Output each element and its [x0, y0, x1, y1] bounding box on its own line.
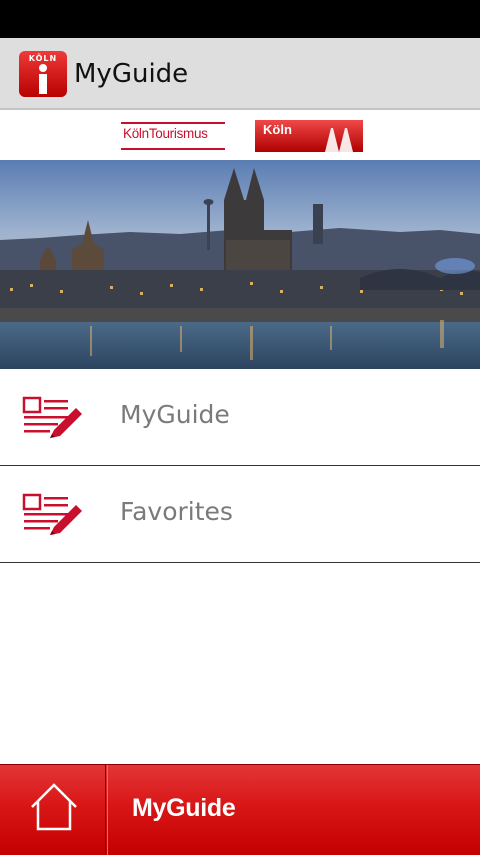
- cologne-skyline-photo: [0, 160, 480, 369]
- menu-item-label: MyGuide: [120, 400, 230, 429]
- action-bar: KÖLN MyGuide: [0, 38, 480, 110]
- koln-tourismus-text: KölnTourismus: [123, 126, 208, 141]
- menu-item-label: Favorites: [120, 497, 233, 526]
- koln-logo-text: Köln: [263, 122, 292, 137]
- bottom-bar-title: MyGuide: [132, 794, 236, 822]
- koln-info-icon[interactable]: KÖLN: [18, 50, 68, 98]
- status-bar: [0, 0, 480, 38]
- menu-item-favorites[interactable]: Favorites: [0, 467, 480, 563]
- koln-city-logo: Köln: [255, 120, 363, 152]
- home-button[interactable]: [0, 765, 108, 855]
- bottom-navigation-bar: MyGuide: [0, 764, 480, 855]
- menu-item-myguide[interactable]: MyGuide: [0, 370, 480, 466]
- sponsor-logo-strip: KölnTourismus Köln: [0, 110, 480, 160]
- notes-pencil-icon: [20, 491, 84, 541]
- svg-text:KÖLN: KÖLN: [29, 53, 57, 63]
- home-icon: [31, 783, 77, 831]
- app-title: MyGuide: [74, 59, 189, 89]
- notes-pencil-icon: [20, 394, 84, 444]
- koln-tourismus-logo: KölnTourismus: [121, 120, 225, 152]
